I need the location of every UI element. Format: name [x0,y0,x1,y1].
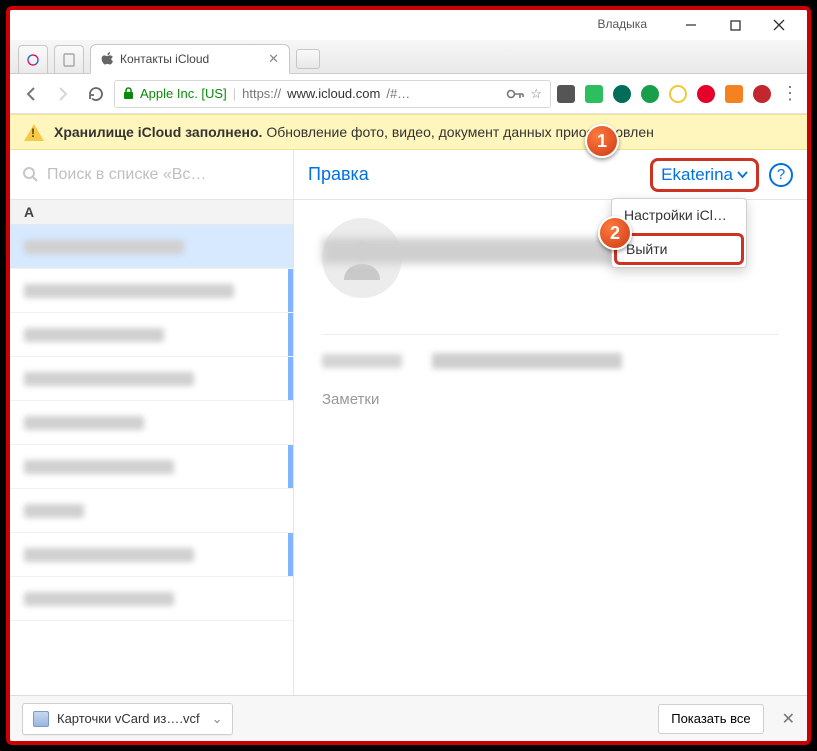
bookmark-star-icon[interactable]: ☆ [530,86,542,102]
ext-kaspersky-icon[interactable] [613,85,631,103]
menu-icloud-settings[interactable]: Настройки iCl… [612,199,746,231]
contacts-sidebar: А [10,200,294,700]
selection-stripe [288,313,293,356]
url-path: /#… [386,86,410,101]
apple-icon [101,52,114,67]
account-name: Ekaterina [661,165,733,185]
callout-badge-1: 1 [585,124,619,158]
contact-name-redacted [24,416,144,430]
window-close-button[interactable] [757,11,801,39]
contacts-header: Правка Ekaterina ? [10,150,807,200]
address-field[interactable]: Apple Inc. [US] | https://www.icloud.com… [114,80,551,108]
contact-name-redacted [24,460,174,474]
browser-tab-other-2[interactable] [54,45,84,73]
browser-menu-button[interactable]: ⋮ [781,83,799,104]
search-container [10,150,294,199]
contact-name-redacted [24,372,194,386]
nav-reload-button[interactable] [82,81,108,107]
browser-tabstrip: Контакты iCloud ✕ [10,40,807,74]
contact-row[interactable] [10,313,293,357]
ext-evernote-icon[interactable] [585,85,603,103]
lock-icon [123,87,134,100]
field-label-redacted [322,354,402,368]
ext-yandex-icon[interactable] [669,85,687,103]
vcard-file-icon [33,711,49,727]
edit-link[interactable]: Правка [308,164,369,185]
contact-row[interactable] [10,577,293,621]
extension-icons: ⋮ [557,83,799,104]
tab-title: Контакты iCloud [120,52,262,66]
contact-row[interactable] [10,225,293,269]
contact-name-redacted [24,548,194,562]
ext-rss-icon[interactable] [725,85,743,103]
contact-row[interactable] [10,269,293,313]
contact-row[interactable] [10,357,293,401]
ext-adblock-icon[interactable] [753,85,771,103]
ext-pocket-icon[interactable] [557,85,575,103]
window-user-label: Владыка [598,17,648,31]
warning-icon [24,124,44,141]
contacts-main: А Заметки [10,200,807,700]
show-all-downloads-button[interactable]: Показать все [658,704,763,734]
contact-row[interactable] [10,533,293,577]
callout-badge-2: 2 [598,216,632,250]
window-maximize-button[interactable] [713,11,757,39]
contact-name-redacted [322,238,622,264]
tab-close-icon[interactable]: ✕ [268,51,279,67]
close-downloads-bar[interactable]: ✕ [782,709,795,729]
account-dropdown[interactable]: Ekaterina [650,158,759,192]
help-button[interactable]: ? [769,163,793,187]
contact-row[interactable] [10,445,293,489]
ext-opera-icon[interactable] [697,85,715,103]
field-value-redacted [432,353,622,369]
selection-stripe [288,269,293,312]
banner-strong: Хранилище iCloud заполнено. [54,124,262,140]
new-tab-button[interactable] [296,49,320,69]
ext-disconnect-icon[interactable] [641,85,659,103]
download-chip[interactable]: Карточки vCard из….vcf ⌄ [22,703,233,735]
chevron-down-icon[interactable]: ⌄ [212,711,223,727]
selection-stripe [288,357,293,400]
download-filename: Карточки vCard из….vcf [57,711,200,726]
window-minimize-button[interactable] [669,11,713,39]
nav-back-button[interactable] [18,81,44,107]
contact-name-redacted [24,328,164,342]
url-scheme: https:// [242,86,281,101]
ev-cert-label: Apple Inc. [US] [140,86,227,101]
contact-row[interactable] [10,401,293,445]
notes-label: Заметки [322,391,779,408]
password-key-icon[interactable] [506,88,524,100]
section-letter: А [10,200,293,225]
search-icon [22,166,39,183]
browser-tab-active[interactable]: Контакты iCloud ✕ [90,44,290,74]
browser-addressbar: Apple Inc. [US] | https://www.icloud.com… [10,74,807,114]
contact-name-redacted [24,240,184,254]
selection-stripe [288,445,293,488]
window-titlebar: Владыка [10,10,807,40]
storage-full-banner: Хранилище iCloud заполнено. Обновление ф… [10,114,807,150]
chevron-down-icon [737,171,748,179]
selection-stripe [288,533,293,576]
search-input[interactable] [47,166,281,184]
menu-logout[interactable]: Выйти [614,233,744,265]
contact-name-redacted [24,504,84,518]
contact-name-redacted [24,592,174,606]
url-host: www.icloud.com [287,86,380,101]
contact-detail: Заметки [294,200,807,700]
contact-row[interactable] [10,489,293,533]
nav-forward-button[interactable] [50,81,76,107]
downloads-bar: Карточки vCard из….vcf ⌄ Показать все ✕ [10,695,807,741]
contact-name-redacted [24,284,234,298]
browser-tab-other-1[interactable] [18,45,48,73]
